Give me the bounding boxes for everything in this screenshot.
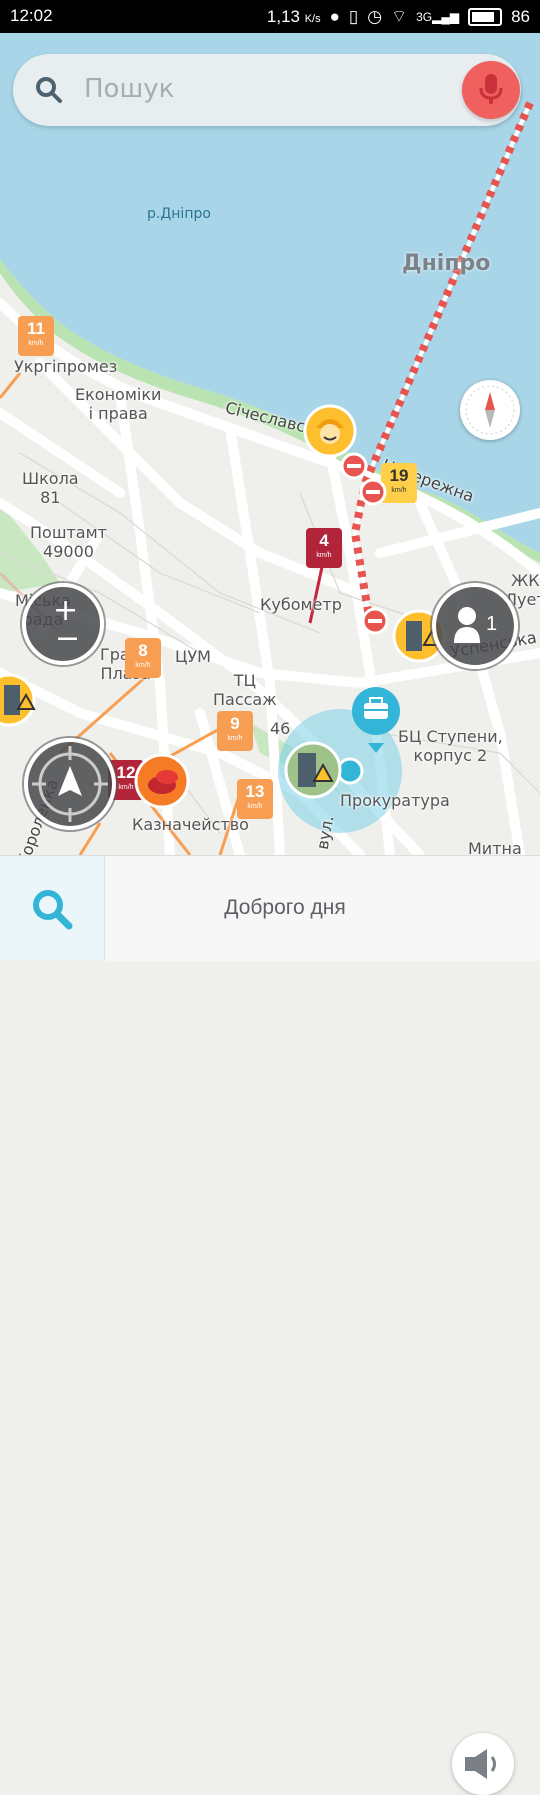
traffic-speed-marker[interactable]: 4 km/h — [306, 528, 342, 568]
place-label: Школа 81 — [22, 469, 79, 507]
status-time: 12:02 — [10, 6, 53, 25]
place-label: Економіки і права — [75, 385, 162, 423]
greeting-text: Доброго дня — [224, 896, 346, 919]
place-label: ЦУМ — [175, 647, 211, 666]
compass-button[interactable] — [460, 380, 520, 440]
water-label: р.Дніпро — [147, 206, 211, 222]
place-label: 46 — [270, 719, 291, 738]
microphone-icon — [479, 74, 503, 104]
vibrate-icon: ▯ — [348, 6, 359, 26]
battery-icon — [468, 7, 503, 26]
search-placeholder: Пошук — [84, 74, 175, 104]
voice-search-button[interactable] — [462, 61, 520, 119]
place-label: Поштамт 49000 — [30, 523, 107, 561]
alarm-icon: ◷ — [367, 6, 383, 26]
search-bar[interactable]: Пошук — [13, 54, 521, 126]
construction-report-icon[interactable] — [303, 404, 357, 458]
zoom-out-button[interactable]: − — [55, 621, 80, 656]
notification-icon: ● — [329, 6, 340, 26]
place-label: Кубометр — [260, 595, 342, 614]
place-label: БЦ Ступени, корпус 2 — [398, 727, 503, 765]
road-closed-icon[interactable] — [361, 607, 389, 635]
hazard-report-icon[interactable] — [284, 741, 342, 799]
traffic-jam-icon[interactable] — [134, 753, 190, 809]
nearby-users-count: 1 — [486, 613, 498, 635]
network-speed: 1,13 K/s — [266, 6, 321, 26]
nearby-users-button[interactable]: 1 — [432, 583, 518, 669]
signal-icon: 3G▂▄▆ — [416, 9, 460, 24]
wifi-icon: ⌔ — [391, 7, 408, 26]
search-icon — [33, 889, 73, 929]
map-view[interactable]: р.Дніпро Дніпро Укргіпромез Економіки і … — [0, 33, 540, 855]
traffic-speed-marker[interactable]: 11 km/h — [18, 316, 54, 356]
traffic-speed-marker[interactable]: 8 km/h — [125, 638, 161, 678]
recenter-button[interactable] — [24, 738, 116, 830]
work-pin-icon[interactable] — [350, 685, 402, 755]
sound-settings-button[interactable] — [452, 1733, 514, 1795]
search-tab-button[interactable] — [0, 856, 105, 961]
hazard-report-icon[interactable] — [0, 673, 36, 727]
traffic-speed-marker[interactable]: 13 km/h — [237, 779, 273, 819]
speaker-icon — [465, 1749, 496, 1779]
status-bar: 12:02 1,13 K/s ● ▯ ◷ ⌔ 3G▂▄▆ 86 — [0, 0, 540, 33]
navigation-arrow-icon — [32, 746, 108, 822]
city-label: Дніпро — [402, 251, 491, 276]
place-label: Казначейство — [132, 815, 249, 834]
road-closed-icon[interactable] — [359, 478, 387, 506]
place-label: ТЦ Пассаж — [213, 671, 277, 709]
bottom-bar: Доброго дня — [0, 855, 540, 1795]
compass-icon — [465, 385, 515, 435]
place-label: Митна — [468, 839, 522, 855]
zoom-control[interactable]: + − — [22, 583, 104, 665]
battery-level: 86 — [511, 6, 530, 26]
place-label: Прокуратура — [340, 791, 450, 810]
search-icon — [36, 77, 62, 103]
place-label: Укргіпромез — [14, 357, 118, 376]
user-icon — [454, 607, 480, 643]
traffic-speed-marker[interactable]: 9 km/h — [217, 711, 253, 751]
